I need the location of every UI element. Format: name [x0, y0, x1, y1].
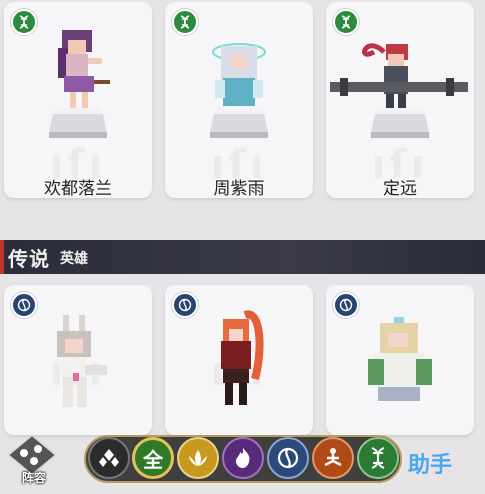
lineup-label: 阵容	[21, 471, 46, 485]
dna-icon	[11, 9, 37, 35]
hero-sprite-blonde	[368, 317, 432, 401]
hero-sprite-redhair	[221, 310, 264, 405]
hero-card-blonde[interactable]: ıſı	[326, 285, 474, 435]
diamond-filter-button[interactable]	[88, 437, 130, 479]
hero-sprite-dingyuan	[330, 43, 468, 112]
hero-card-zhou-ziyu[interactable]: ıſı 周紫雨	[165, 2, 313, 198]
water-swirl-icon	[277, 447, 299, 469]
section-accent	[0, 240, 4, 274]
section-title: 传说	[8, 247, 50, 271]
lineup-button[interactable]: 阵容	[4, 433, 60, 489]
hero-card-huandu-luolan[interactable]: ıſı 欢都落兰	[4, 2, 152, 198]
meditate-filter-button[interactable]	[312, 437, 354, 479]
lotus-icon	[189, 450, 207, 466]
hero-card-rabbit[interactable]: ıſı	[4, 285, 152, 435]
fire-icon	[236, 448, 250, 468]
hero-pedestal	[210, 108, 268, 138]
water-swirl-icon	[172, 292, 198, 318]
section-header: 传说 英雄	[0, 240, 485, 274]
hero-card-dingyuan[interactable]: ıſı 定远	[326, 2, 474, 198]
hero-name: 定远	[383, 179, 417, 198]
hero-sprite-zhou-ziyu	[212, 43, 266, 106]
hero-pedestal	[49, 108, 107, 138]
water-filter-button[interactable]	[267, 437, 309, 479]
watermark-text: 助手	[408, 453, 453, 478]
hero-name: 欢都落兰	[44, 179, 112, 198]
dna-icon	[172, 9, 198, 35]
hero-pedestal	[371, 108, 429, 138]
all-filter-label: 全	[143, 447, 163, 472]
diamond-filter-icon	[99, 449, 119, 467]
dna-filter-button[interactable]	[357, 437, 399, 479]
meditate-icon	[324, 448, 342, 467]
hero-card-redhair[interactable]: ıſı	[165, 285, 313, 435]
hero-sprite-huandu-luolan	[58, 30, 110, 108]
hero-name: 周紫雨	[213, 179, 265, 198]
dna-icon	[371, 447, 385, 469]
section-subtitle: 英雄	[60, 251, 88, 267]
all-filter-button[interactable]: 全	[132, 437, 174, 479]
hero-sprite-rabbit	[57, 315, 107, 407]
fire-filter-button[interactable]	[222, 437, 264, 479]
lotus-filter-button[interactable]	[177, 437, 219, 479]
